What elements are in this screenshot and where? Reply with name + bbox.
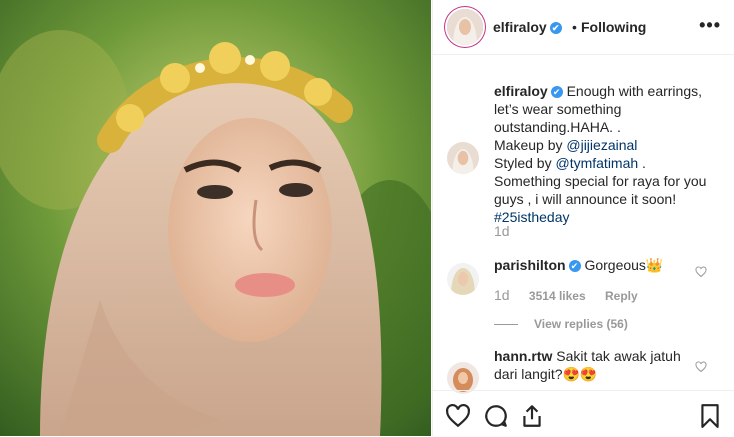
styled-mention-link[interactable]: @tymfatimah — [555, 155, 638, 171]
verified-badge-icon: ✔ — [549, 22, 562, 35]
following-button[interactable]: Following — [581, 19, 646, 35]
caption-timestamp[interactable]: 1d — [494, 223, 510, 239]
comment-text: Gorgeous👑 — [580, 257, 664, 273]
commenter-avatar[interactable] — [447, 263, 479, 295]
author-avatar[interactable] — [447, 9, 483, 45]
portrait-image — [0, 0, 431, 436]
styled-prefix: Styled by — [494, 155, 556, 171]
post-side-panel: elfiraloy ✔ • Following ••• elfiraloy ✔ En… — [432, 0, 734, 436]
comment-likes[interactable]: 3514 likes — [529, 289, 586, 303]
caption-author-avatar[interactable] — [447, 142, 479, 174]
view-replies-label: View replies (56) — [534, 317, 628, 331]
avatar-image — [447, 142, 479, 174]
caption-line-2: Something special for raya for you guys … — [494, 173, 707, 207]
styled-suffix: . — [638, 155, 646, 171]
verified-badge-icon: ✔ — [550, 86, 563, 99]
comment-like-heart-icon[interactable] — [695, 266, 707, 278]
post-actions-bar — [433, 390, 734, 437]
post-caption: elfiraloy ✔ Enough with earrings, let’s w… — [494, 82, 726, 226]
caption-username-link[interactable]: elfiraloy — [494, 83, 548, 99]
separator-dot: • — [572, 19, 577, 35]
replies-divider — [494, 324, 518, 326]
post-photo[interactable] — [0, 0, 431, 436]
verified-badge-icon: ✔ — [568, 260, 581, 273]
post-modal: elfiraloy ✔ • Following ••• elfiraloy ✔ En… — [0, 0, 734, 436]
comment-2: hann.rtw Sakit tak awak jatuh dari langi… — [494, 347, 694, 383]
comment-username-link[interactable]: hann.rtw — [494, 348, 552, 364]
reply-button[interactable]: Reply — [605, 289, 638, 303]
avatar-image — [447, 263, 479, 295]
share-icon[interactable] — [519, 403, 545, 429]
comment-username-link[interactable]: parishilton — [494, 257, 566, 273]
comment-1: parishilton ✔ Gorgeous👑 — [494, 256, 694, 274]
author-username-row: elfiraloy ✔ — [493, 19, 562, 35]
author-username-link[interactable]: elfiraloy — [493, 19, 547, 35]
more-options-icon[interactable]: ••• — [699, 15, 721, 36]
heart-icon[interactable] — [445, 403, 471, 429]
post-header: elfiraloy ✔ • Following ••• — [433, 0, 734, 55]
avatar-image — [447, 9, 483, 45]
comment-icon[interactable] — [483, 403, 509, 429]
comment-meta: 1d 3514 likes Reply — [494, 287, 654, 303]
makeup-prefix: Makeup by — [494, 137, 567, 153]
comment-time[interactable]: 1d — [494, 287, 510, 303]
comment-like-heart-icon[interactable] — [695, 361, 707, 373]
view-replies-button[interactable]: View replies (56) — [494, 317, 628, 331]
makeup-mention-link[interactable]: @jijiezainal — [566, 137, 637, 153]
bookmark-icon[interactable] — [697, 403, 723, 429]
